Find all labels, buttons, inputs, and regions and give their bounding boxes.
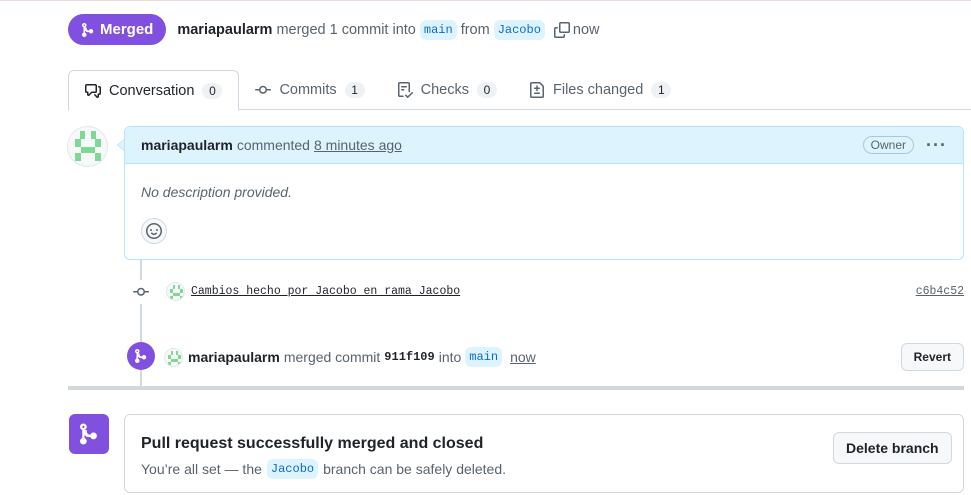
- pr-author-link[interactable]: mariapaularm: [177, 22, 272, 38]
- merge-time: now: [572, 21, 600, 38]
- merge-status-title: Pull request successfully merged and clo…: [141, 435, 484, 452]
- tab-conversation[interactable]: Conversation 0: [68, 70, 240, 111]
- commit-message-link[interactable]: Cambios hecho por Jacobo en rama Jacobo: [191, 285, 460, 298]
- merger-avatar[interactable]: [164, 347, 183, 367]
- tab-files-changed[interactable]: Files changed 1: [513, 70, 687, 110]
- deletable-branch-label[interactable]: Jacobo: [266, 459, 319, 479]
- tab-commits[interactable]: Commits 1: [239, 70, 380, 110]
- git-commit-icon: [133, 287, 149, 296]
- merged-text: merged 1 commit into: [276, 21, 416, 38]
- comment-body: No description provided.: [141, 184, 292, 200]
- subtitle-after: branch can be safely deleted.: [323, 461, 507, 477]
- tab-checks[interactable]: Checks 0: [381, 70, 513, 110]
- revert-button[interactable]: Revert: [900, 343, 964, 371]
- merged-commit-text: merged commit: [283, 349, 381, 365]
- top-divider: [0, 0, 971, 1]
- merge-status-box: Pull request successfully merged and clo…: [124, 414, 964, 493]
- smiley-icon: [146, 223, 162, 239]
- merge-status-icon-box: [69, 414, 109, 454]
- comment-action: commented: [236, 137, 310, 153]
- copy-icon: [553, 21, 570, 38]
- merge-commit-sha-link[interactable]: 911f109: [384, 350, 434, 364]
- tab-label: Conversation: [109, 82, 195, 99]
- git-commit-icon: [255, 85, 272, 94]
- merge-target-branch-label[interactable]: main: [465, 347, 503, 367]
- merged-state-badge: Merged: [68, 14, 167, 45]
- owner-role-label: Owner: [862, 136, 915, 154]
- tab-counter: 0: [477, 82, 497, 98]
- git-merge-icon: [135, 349, 147, 363]
- merge-event-time-link[interactable]: now: [510, 349, 536, 365]
- comment-author-avatar[interactable]: [67, 126, 108, 167]
- comment-discussion-icon: [85, 83, 101, 98]
- tab-counter: 0: [202, 82, 223, 99]
- comment-header: mariapaularm commented 8 minutes ago Own…: [125, 127, 963, 164]
- comment-options-button[interactable]: ···: [926, 136, 947, 154]
- copy-branch-button[interactable]: [553, 21, 570, 38]
- merge-summary: mariapaularm merged 1 commit into main f…: [177, 19, 600, 40]
- checklist-icon: [397, 82, 413, 98]
- comment-author-link[interactable]: mariapaularm: [141, 137, 233, 153]
- tab-counter: 1: [651, 82, 672, 98]
- pr-tabs: Conversation 0 Commits 1 Checks 0 Files …: [68, 70, 971, 111]
- pr-meta-row: Merged mariapaularm merged 1 commit into…: [68, 14, 600, 45]
- pr-description-comment: mariapaularm commented 8 minutes ago Own…: [124, 126, 964, 260]
- file-diff-icon: [530, 82, 544, 98]
- state-label: Merged: [100, 21, 154, 38]
- timeline-end-divider: [68, 386, 964, 390]
- tab-label: Checks: [420, 82, 469, 98]
- from-text: from: [460, 21, 490, 38]
- git-merge-icon: [80, 423, 97, 445]
- tab-counter: 1: [344, 82, 365, 98]
- head-branch-label[interactable]: Jacobo: [493, 19, 545, 40]
- base-branch-label[interactable]: main: [419, 19, 457, 40]
- commit-node: [129, 280, 153, 304]
- commit-author-avatar[interactable]: [166, 282, 185, 301]
- merged-event-node: [127, 342, 155, 370]
- tab-label: Commits: [279, 82, 337, 98]
- git-merge-icon: [82, 22, 94, 37]
- add-reaction-button[interactable]: [141, 218, 167, 244]
- subtitle-before: You’re all set — the: [141, 461, 262, 477]
- commit-sha-link[interactable]: c6b4c52: [916, 285, 964, 298]
- tab-label: Files changed: [553, 82, 644, 98]
- delete-branch-button[interactable]: Delete branch: [833, 432, 952, 464]
- into-text: into: [438, 349, 462, 365]
- merged-event-row: mariapaularm merged commit 911f109 into …: [164, 343, 964, 371]
- merge-status-subtitle: You’re all set — the Jacobo branch can b…: [141, 459, 506, 479]
- commit-row: Cambios hecho por Jacobo en rama Jacobo …: [166, 282, 964, 301]
- comment-timestamp-link[interactable]: 8 minutes ago: [314, 137, 402, 153]
- merger-author-link[interactable]: mariapaularm: [188, 349, 280, 365]
